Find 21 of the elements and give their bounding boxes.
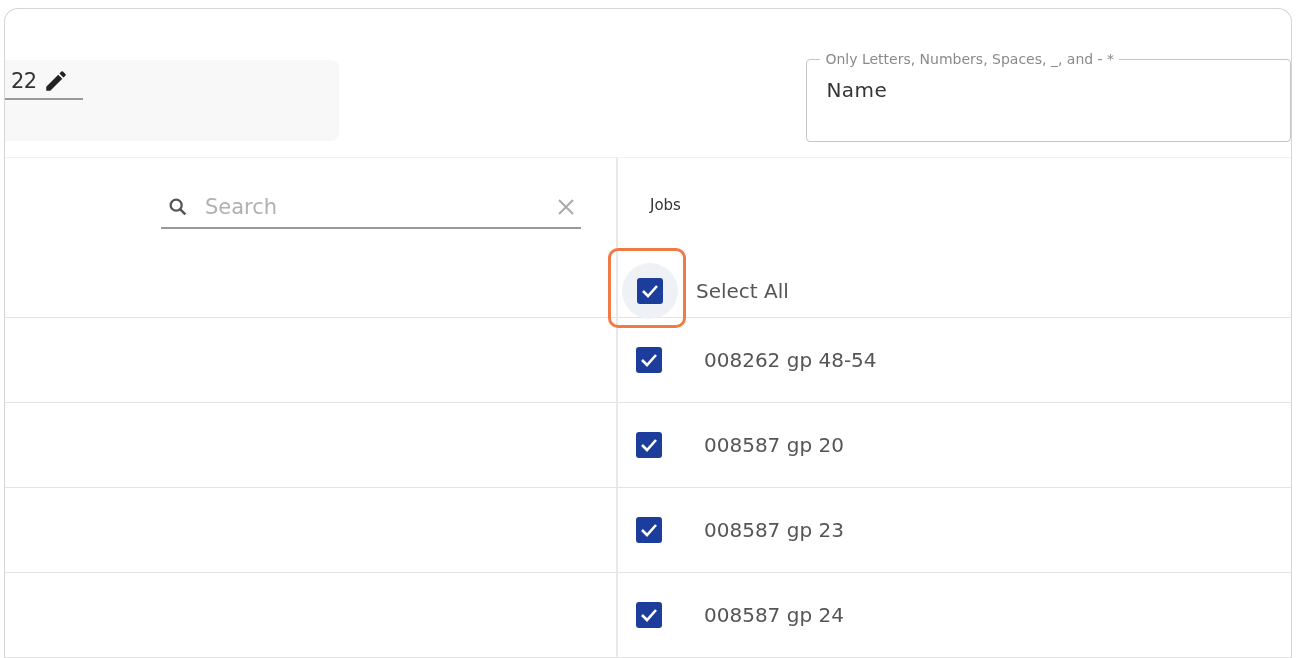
checkbox[interactable] bbox=[636, 517, 662, 543]
job-label: 008262 gp 48-54 bbox=[704, 348, 877, 372]
check-icon bbox=[640, 438, 658, 452]
job-label: 008587 gp 24 bbox=[704, 603, 844, 627]
column-heading: Jobs bbox=[650, 196, 682, 216]
name-field[interactable]: Only Letters, Numbers, Spaces, _, and - * Name bbox=[806, 51, 1291, 142]
check-icon bbox=[641, 284, 659, 298]
check-icon bbox=[640, 353, 658, 367]
checkbox[interactable] bbox=[636, 347, 662, 373]
select-all-label: Select All bbox=[696, 279, 789, 303]
checkbox[interactable] bbox=[636, 602, 662, 628]
job-label: 008587 gp 23 bbox=[704, 518, 844, 542]
search-input[interactable]: Search bbox=[203, 194, 543, 220]
checkbox[interactable] bbox=[637, 278, 663, 304]
check-icon bbox=[640, 523, 658, 537]
checkbox[interactable] bbox=[636, 432, 662, 458]
date-field[interactable]: 22 bbox=[5, 68, 83, 100]
field-label: Only Letters, Numbers, Spaces, _, and - * bbox=[824, 51, 1116, 67]
job-label: 008587 gp 20 bbox=[704, 433, 844, 457]
check-icon bbox=[640, 608, 658, 622]
search-icon bbox=[167, 196, 189, 218]
